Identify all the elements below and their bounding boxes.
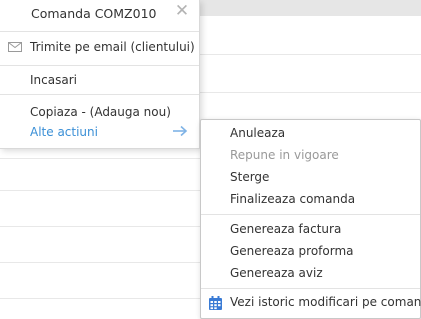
generate-invoice-item[interactable]: Genereaza factura xyxy=(230,222,341,236)
delete-order-item[interactable]: Sterge xyxy=(230,170,269,184)
cancel-order-item[interactable]: Anuleaza xyxy=(230,126,285,140)
submenu-divider xyxy=(201,214,420,215)
submenu-divider xyxy=(201,288,420,289)
other-actions-submenu: Anuleaza Repune in vigoare Sterge Finali… xyxy=(200,119,421,319)
copy-add-new-item[interactable]: Copiaza - (Adauga nou) xyxy=(30,105,171,119)
menu-divider xyxy=(0,94,199,95)
order-actions-menu: Comanda COMZ010 ✕ Trimite pe email (clie… xyxy=(0,0,200,149)
calendar-icon xyxy=(209,296,222,310)
restore-order-item: Repune in vigoare xyxy=(230,148,339,162)
menu-title: Comanda COMZ010 xyxy=(31,6,157,21)
menu-divider xyxy=(0,65,199,66)
other-actions-item[interactable]: Alte actiuni xyxy=(30,125,98,139)
email-client-item[interactable]: Trimite pe email (clientului) xyxy=(30,40,195,54)
generate-proforma-item[interactable]: Genereaza proforma xyxy=(230,244,354,258)
arrow-right-icon[interactable] xyxy=(172,125,188,137)
close-icon[interactable]: ✕ xyxy=(174,1,190,21)
view-change-history-item[interactable]: Vezi istoric modificari pe comanda xyxy=(230,295,421,309)
menu-divider xyxy=(0,31,199,32)
generate-delivery-note-item[interactable]: Genereaza aviz xyxy=(230,266,323,280)
finalize-order-item[interactable]: Finalizeaza comanda xyxy=(230,192,355,206)
mail-icon xyxy=(8,42,22,52)
payments-item[interactable]: Incasari xyxy=(30,73,77,87)
